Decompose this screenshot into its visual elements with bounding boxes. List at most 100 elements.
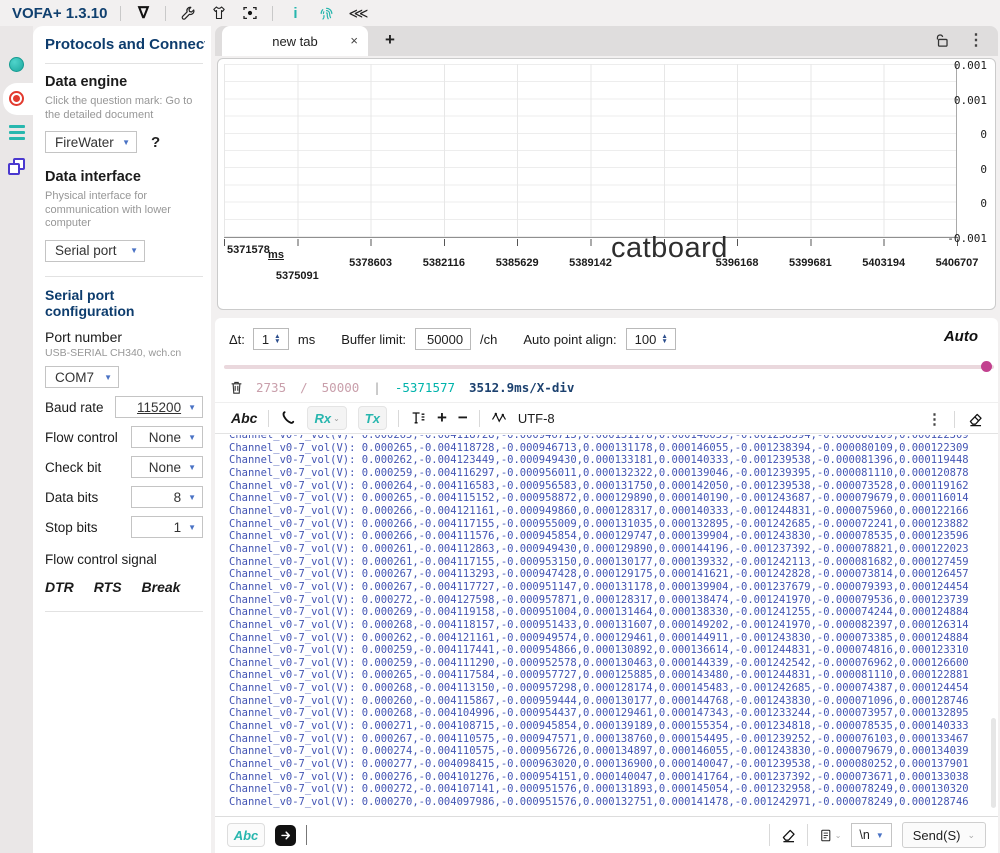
flow-signal-buttons: DTR RTS Break: [45, 579, 205, 595]
connection-status-button[interactable]: [0, 52, 33, 76]
font-increase-button[interactable]: +: [437, 408, 447, 428]
lower-panel: Δt: 1 ▲▼ ms Buffer limit: 50000 /ch Auto…: [215, 318, 998, 853]
pages-button[interactable]: [0, 154, 33, 178]
log-line: Channel_v0-7_vol(V): 0.000265,-0.0041151…: [229, 492, 989, 505]
auto-point-align-input[interactable]: 100 ▲▼: [626, 328, 676, 350]
log-line: Channel_v0-7_vol(V): 0.000276,-0.0041012…: [229, 771, 989, 784]
log-line: Channel_v0-7_vol(V): 0.000266,-0.0041171…: [229, 518, 989, 531]
check-bit-select[interactable]: None▼: [131, 456, 203, 478]
dt-input[interactable]: 1 ▲▼: [253, 328, 289, 350]
send-button[interactable]: Send(S) ⌄: [902, 822, 986, 848]
encoding-select[interactable]: UTF-8: [518, 411, 555, 426]
send-input-field[interactable]: [317, 823, 759, 847]
slider-handle[interactable]: [981, 361, 992, 372]
waveform-icon[interactable]: [491, 410, 507, 426]
signal-rts-button[interactable]: RTS: [94, 579, 122, 595]
chevron-down-icon: ▼: [188, 493, 196, 502]
log-line: Channel_v0-7_vol(V): 0.000259,-0.0041174…: [229, 644, 989, 657]
data-interface-select[interactable]: Serial port ▼: [45, 240, 145, 262]
info-icon[interactable]: i: [286, 4, 304, 22]
log-line: Channel_v0-7_vol(V): 0.000267,-0.0041132…: [229, 568, 989, 581]
chevron-down-icon: ⌄: [967, 830, 975, 841]
baud-rate-select[interactable]: 115200▼: [115, 396, 203, 418]
align-stepper[interactable]: ▲▼: [661, 334, 667, 345]
tab-kebab-menu-icon[interactable]: ⋮: [968, 30, 984, 50]
log-line: Channel_v0-7_vol(V): 0.000268,-0.0041131…: [229, 682, 989, 695]
pause-handset-icon[interactable]: [280, 410, 296, 426]
wrench-icon[interactable]: [179, 4, 197, 22]
buffer-unit: /ch: [480, 332, 497, 347]
check-bit-row: Check bitNone▼: [45, 456, 205, 478]
log-scrollbar[interactable]: [991, 718, 996, 808]
y-axis-label: 0.001: [954, 59, 987, 72]
help-button[interactable]: ?: [151, 134, 160, 151]
log-line: Channel_v0-7_vol(V): 0.000262,-0.0041234…: [229, 454, 989, 467]
divider: [398, 410, 399, 427]
signal-dtr-button[interactable]: DTR: [45, 579, 74, 595]
x-axis-label: 5385629: [496, 257, 539, 269]
buffer-limit-label: Buffer limit:: [341, 332, 406, 347]
line-ending-select[interactable]: \n ▼: [851, 823, 891, 847]
data-engine-label: Data engine: [45, 74, 205, 90]
tab-new-tab[interactable]: new tab ×: [222, 26, 368, 56]
port-select[interactable]: COM7 ▼: [45, 366, 119, 388]
divider: [45, 276, 203, 277]
collapse-sidebar-icon[interactable]: ⋘: [348, 4, 366, 22]
log-line: Channel_v0-7_vol(V): 0.000274,-0.0041105…: [229, 745, 989, 758]
trash-icon[interactable]: [229, 380, 244, 395]
divider: [165, 6, 166, 21]
log-line: Channel_v0-7_vol(V): 0.000267,-0.0041177…: [229, 581, 989, 594]
tx-toggle[interactable]: Tx: [358, 406, 387, 430]
text-align-icon[interactable]: [410, 410, 426, 426]
flow-control-select[interactable]: None▼: [131, 426, 203, 448]
tab-close-icon[interactable]: ×: [350, 33, 358, 48]
signal-break-button[interactable]: Break: [142, 579, 181, 595]
data-bits-select[interactable]: 8▼: [131, 486, 203, 508]
data-engine-select[interactable]: FireWater ▼: [45, 131, 137, 153]
font-decrease-button[interactable]: −: [458, 408, 468, 428]
fingerprint-icon[interactable]: [317, 4, 335, 22]
send-eraser-icon[interactable]: [780, 827, 797, 844]
buffer-slider[interactable]: [224, 365, 994, 369]
y-axis-labels: 0.0010.001000-0.001: [947, 59, 987, 245]
plot-area[interactable]: [224, 64, 957, 238]
dt-stepper[interactable]: ▲▼: [274, 334, 280, 345]
vofa-logo-icon[interactable]: ∇: [134, 4, 152, 22]
buffer-limit-input[interactable]: 50000: [415, 328, 471, 350]
chevron-down-icon: ⌄: [835, 831, 842, 840]
clear-log-eraser-icon[interactable]: [967, 411, 984, 428]
y-axis-label: 0: [980, 163, 987, 176]
x-axis-label: 5382116: [423, 257, 465, 269]
log-line: Channel_v0-7_vol(V): 0.000261,-0.0041128…: [229, 543, 989, 556]
text-mode-button[interactable]: Abc: [231, 410, 257, 426]
menu-button[interactable]: [0, 120, 33, 144]
x-axis-label: 5375091: [276, 270, 319, 282]
record-button[interactable]: [0, 86, 33, 110]
capture-icon[interactable]: [241, 4, 259, 22]
add-tab-button[interactable]: +: [385, 30, 395, 50]
x-axis-unit: ms: [268, 249, 284, 261]
unlock-icon[interactable]: [933, 32, 950, 49]
chart-panel[interactable]: 0.0010.001000-0.001 53715785375091537860…: [217, 58, 996, 310]
data-bits-label: Data bits: [45, 490, 98, 505]
send-file-icon[interactable]: [275, 825, 296, 846]
command-list-button[interactable]: ⌄: [818, 828, 842, 843]
divider: [769, 824, 770, 846]
data-log[interactable]: Channel_v0-7_vol(V): 0.000265,-0.0041187…: [229, 435, 989, 813]
log-line: Channel_v0-7_vol(V): 0.000260,-0.0041158…: [229, 695, 989, 708]
y-axis-label: 0: [980, 128, 987, 141]
data-interface-label: Data interface: [45, 169, 205, 185]
stop-bits-select[interactable]: 1▼: [131, 516, 203, 538]
log-line: Channel_v0-7_vol(V): 0.000265,-0.0041175…: [229, 669, 989, 682]
theme-tshirt-icon[interactable]: [210, 4, 228, 22]
y-axis-label: 0: [980, 197, 987, 210]
send-text-mode-button[interactable]: Abc: [227, 823, 265, 847]
log-line: Channel_v0-7_vol(V): 0.000272,-0.0041275…: [229, 594, 989, 607]
rx-toggle[interactable]: Rx⌄: [307, 406, 346, 430]
dt-label: Δt:: [229, 332, 245, 347]
auto-label: Auto: [944, 328, 978, 345]
points-used: 2735: [256, 380, 286, 395]
toolbar-kebab-menu-icon[interactable]: ⋮: [927, 410, 942, 428]
sampling-controls: Δt: 1 ▲▼ ms Buffer limit: 50000 /ch Auto…: [229, 327, 984, 351]
pages-icon: [8, 158, 25, 175]
